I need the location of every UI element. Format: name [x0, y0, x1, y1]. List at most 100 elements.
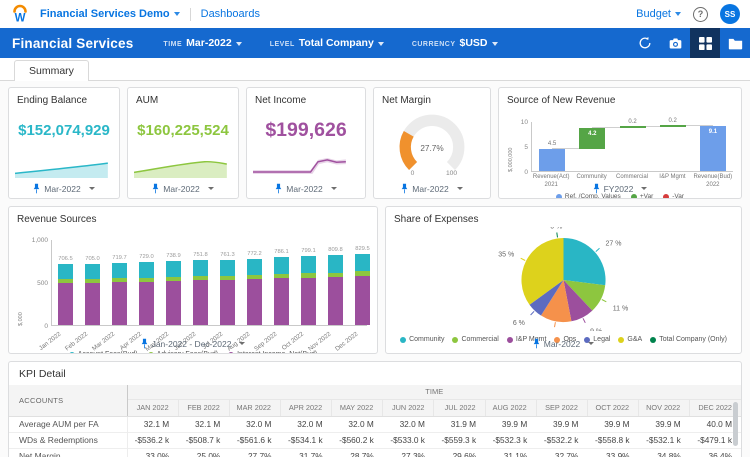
- period-selector[interactable]: FY2022: [499, 183, 741, 194]
- chevron-down-icon: [491, 42, 498, 46]
- month-column-header: FEB 2022: [177, 399, 230, 417]
- bar-total-label: 772.2: [247, 250, 262, 257]
- period-selector[interactable]: Mar-2022: [128, 183, 238, 194]
- month-column-header: JUL 2022: [433, 399, 486, 417]
- grid-icon: [698, 36, 712, 50]
- help-icon[interactable]: ?: [693, 6, 708, 22]
- value-cell: 32.0 M: [246, 419, 272, 429]
- y-axis: 1,000 500 0: [25, 237, 51, 330]
- legend-item[interactable]: Interest Income, Net(Bud): [228, 351, 317, 353]
- app-switcher[interactable]: Financial Services Demo: [40, 8, 180, 20]
- card-net-income: Net Income $199,626 Mar-2022: [246, 87, 366, 199]
- pie-label-tick: [582, 318, 586, 324]
- bar-segment: [193, 280, 208, 325]
- value-cell: 32.7%: [554, 451, 579, 457]
- period-selector[interactable]: Mar-2022: [9, 183, 119, 194]
- filter-time[interactable]: TIME Mar-2022: [163, 37, 242, 49]
- dashboard-toolbar: Financial Services TIME Mar-2022 LEVEL T…: [0, 28, 750, 58]
- card-revenue-sources: Revenue Sources $,000 1,000 500 0 706.5 705…: [8, 206, 378, 354]
- bar-segment: [274, 278, 289, 325]
- bar-total-label: 761.3: [220, 251, 235, 258]
- legend-item[interactable]: Account Fees(Bud): [68, 351, 138, 353]
- pin-icon: [152, 183, 159, 194]
- svg-text:100: 100: [446, 170, 457, 177]
- waterfall-column: 0.2: [612, 119, 652, 171]
- bar-segment: [166, 281, 181, 325]
- legend-dot: [68, 351, 75, 353]
- plan-selector[interactable]: Budget: [636, 8, 681, 20]
- top-bar: W Financial Services Demo Dashboards Bud…: [0, 0, 750, 28]
- bar-total-label: 751.8: [193, 252, 208, 259]
- bar-total-label: 786.1: [274, 249, 289, 256]
- bar-segment: [85, 283, 100, 325]
- card-source-of-new-revenue: Source of New Revenue $,000,000 10 5 0 4.5…: [498, 87, 742, 199]
- svg-text:W: W: [15, 13, 26, 25]
- pie-label-tick: [601, 299, 607, 303]
- bar-segment: [193, 260, 208, 277]
- value-cell: -$534.1 k: [288, 435, 323, 445]
- value-cell: -$559.3 k: [441, 435, 477, 445]
- y-axis-label: $,000: [18, 312, 24, 326]
- chevron-down-icon: [675, 12, 681, 17]
- table-row: WDs & Redemptions -$536.2 k -$508.7 k -$561…: [9, 432, 741, 448]
- period-selector[interactable]: Mar-2022: [386, 338, 741, 349]
- account-cell: Net Margin: [9, 448, 128, 457]
- card-ending-balance: Ending Balance $152,074,929 Mar-2022: [8, 87, 120, 199]
- pie-label-tick: [554, 322, 556, 328]
- tab-summary[interactable]: Summary: [14, 60, 89, 81]
- card-kpi-detail: KPI Detail ACCOUNTS TIME JAN 2022 FEB 2022 M…: [8, 361, 742, 457]
- workday-logo[interactable]: W: [10, 4, 30, 24]
- ending-balance-value: $152,074,929: [18, 122, 110, 139]
- bar-segment: [166, 261, 181, 278]
- bar-total-label: 729.0: [139, 254, 154, 261]
- screenshot-button[interactable]: [660, 28, 690, 58]
- table-scrollbar[interactable]: [733, 402, 738, 446]
- bar-segment: [301, 273, 316, 278]
- month-column-header: NOV 2022: [638, 399, 690, 417]
- refresh-button[interactable]: [630, 28, 660, 58]
- value-cell: -$536.2 k: [134, 435, 170, 445]
- legend-item[interactable]: Advisory Fees(Bud): [147, 351, 218, 353]
- net-margin-gauge: 27.7% 0 100: [399, 114, 465, 177]
- value-cell: -$560.2 k: [339, 435, 374, 445]
- table-row: Average AUM per FA 32.1 M 32.1 M 32.0 M 32.0…: [9, 416, 741, 432]
- value-cell: 32.0 M: [297, 419, 323, 429]
- period-selector[interactable]: Mar-2022: [374, 183, 490, 194]
- nav-dashboards[interactable]: Dashboards: [201, 8, 260, 20]
- period-selector[interactable]: Jan-2022 - Dec-2022: [9, 338, 377, 349]
- legend-dot: [663, 193, 670, 198]
- bar-segment: [166, 277, 181, 282]
- value-cell: 39.9 M: [655, 419, 681, 429]
- sparkline: [15, 162, 108, 178]
- filter-level[interactable]: LEVEL Total Company: [270, 37, 384, 49]
- value-cell: 25.0%: [196, 451, 221, 457]
- chevron-down-icon: [377, 42, 384, 46]
- period-selector[interactable]: Mar-2022: [247, 183, 365, 194]
- bar-segment: [58, 283, 73, 325]
- bar-segment: [112, 263, 127, 279]
- bar-segment: [139, 277, 154, 282]
- pie-label-tick: [595, 247, 600, 252]
- card-aum: AUM $160,225,524 Mar-2022: [127, 87, 239, 199]
- pie-percent-label: 35 %: [498, 251, 514, 258]
- y-tick-label: 5: [524, 144, 528, 151]
- aum-value: $160,225,524: [137, 122, 229, 139]
- value-cell: 31.1%: [503, 451, 528, 457]
- value-cell: -$533.0 k: [390, 435, 425, 445]
- month-column-header: JAN 2022: [126, 399, 179, 417]
- svg-text:27.7%: 27.7%: [420, 144, 444, 153]
- grid-view-button[interactable]: [690, 28, 720, 58]
- filter-currency[interactable]: CURRENCY $USD: [412, 37, 498, 49]
- bar-total-label: 829.5: [355, 245, 370, 252]
- pie-percent-label: 6 %: [513, 320, 525, 327]
- bar-value-label: 4.2: [588, 130, 597, 137]
- folder-button[interactable]: [720, 28, 750, 58]
- bar-segment: [355, 271, 370, 276]
- value-cell: 27.7%: [247, 451, 272, 457]
- kpi-table: ACCOUNTS TIME JAN 2022 FEB 2022 MAR 2022 APR …: [9, 385, 741, 457]
- waterfall-column: 4.2: [572, 122, 612, 171]
- avatar[interactable]: SS: [720, 4, 740, 24]
- pie-percent-label: 9 %: [590, 328, 602, 331]
- bar-segment: [328, 276, 343, 325]
- value-cell: 39.9 M: [553, 419, 579, 429]
